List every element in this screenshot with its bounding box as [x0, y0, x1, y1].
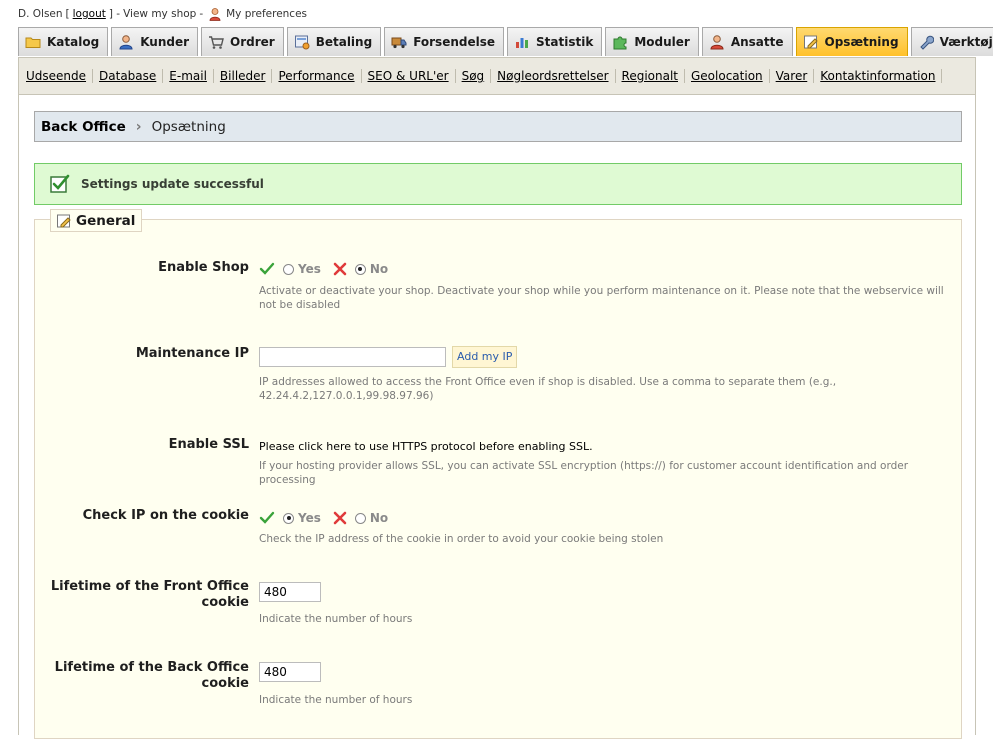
tab-label: Forsendelse	[413, 35, 496, 49]
subnav-email[interactable]: E-mail	[169, 69, 214, 83]
subnav-geolocation[interactable]: Geolocation	[691, 69, 770, 83]
view-shop-link[interactable]: View my shop	[123, 8, 196, 20]
legend-label: General	[76, 212, 136, 229]
breadcrumb-root[interactable]: Back Office	[41, 119, 126, 135]
enable-shop-no-radio[interactable]	[354, 263, 366, 275]
tab-label: Ordrer	[230, 35, 275, 49]
front-cookie-help: Indicate the number of hours	[259, 613, 413, 625]
preferences-icon	[803, 35, 818, 49]
puzzle-icon	[613, 36, 627, 50]
folder-icon	[25, 37, 41, 48]
enable-ssl-help: If your hosting provider allows SSL, you…	[259, 460, 909, 486]
subnav-billeder[interactable]: Billeder	[220, 69, 273, 83]
tab-label: Kunder	[140, 35, 190, 49]
breadcrumb-current: Opsætning	[151, 118, 226, 135]
subnav-soeg[interactable]: Søg	[462, 69, 492, 83]
radio-label: Yes	[298, 511, 321, 525]
customer-icon	[119, 35, 133, 50]
check-ip-cookie-radio-group: Yes No	[259, 511, 388, 525]
user-bar: D. Olsen [ logout ] - View my shop - My …	[18, 8, 308, 21]
tab-label: Opsætning	[824, 35, 899, 49]
enable-shop-help: Activate or deactivate your shop. Deacti…	[259, 285, 944, 311]
cross-icon	[333, 511, 347, 525]
enable-shop-radio-group: Yes No	[259, 262, 388, 276]
radio-label: Yes	[298, 262, 321, 276]
enable-https-link[interactable]: Please click here to use HTTPS protocol …	[259, 440, 593, 453]
radio-label: No	[369, 511, 389, 525]
check-icon	[259, 511, 275, 524]
radio-label: No	[369, 262, 389, 276]
chart-icon	[516, 38, 529, 48]
tab-vaerktoejer[interactable]: Værktøjer	[910, 27, 993, 56]
check-ip-cookie-label: Check IP on the cookie	[82, 508, 249, 523]
tab-moduler[interactable]: Moduler	[605, 27, 699, 56]
subnav-varer[interactable]: Varer	[776, 69, 815, 83]
check-ip-cookie-no-radio[interactable]	[354, 512, 366, 524]
back-cookie-help: Indicate the number of hours	[259, 694, 413, 706]
maintenance-ip-input[interactable]	[259, 347, 446, 367]
tab-ansatte[interactable]: Ansatte	[701, 27, 793, 56]
person-icon	[209, 8, 221, 21]
add-my-ip-button[interactable]: Add my IP	[452, 346, 518, 368]
employee-icon	[710, 35, 724, 50]
enable-shop-yes-radio[interactable]	[283, 263, 294, 275]
back-cookie-label: Lifetime of the Back Office cookie	[54, 660, 249, 691]
tab-katalog[interactable]: Katalog	[18, 27, 109, 56]
fieldset-legend: General	[50, 209, 143, 232]
tab-label: Moduler	[634, 35, 690, 49]
chevron-right-icon: ›	[135, 118, 142, 135]
truck-icon	[391, 37, 407, 49]
wrench-icon	[919, 35, 934, 50]
back-cookie-input[interactable]	[259, 662, 321, 682]
tab-label: Betaling	[315, 35, 373, 49]
subnav-seo-urls[interactable]: SEO & URL'er	[368, 69, 456, 83]
subnav-database[interactable]: Database	[99, 69, 164, 83]
tab-betaling[interactable]: Betaling	[286, 27, 382, 56]
enable-shop-label: Enable Shop	[158, 260, 249, 275]
check-ip-cookie-help: Check the IP address of the cookie in or…	[259, 533, 664, 545]
tab-label: Værktøjer	[939, 35, 993, 49]
maintenance-ip-label: Maintenance IP	[135, 346, 249, 361]
payment-icon	[294, 35, 310, 50]
my-preferences-link[interactable]: My preferences	[226, 8, 307, 20]
cross-icon	[333, 262, 347, 276]
tab-label: Statistik	[536, 35, 594, 49]
maintenance-ip-help: IP addresses allowed to access the Front…	[259, 376, 837, 402]
front-cookie-label: Lifetime of the Front Office cookie	[50, 579, 249, 610]
subnav-performance[interactable]: Performance	[278, 69, 362, 83]
subnav-kontaktinformation[interactable]: Kontaktinformation	[820, 69, 943, 83]
front-cookie-input[interactable]	[259, 582, 321, 602]
enable-ssl-label: Enable SSL	[168, 437, 249, 452]
user-name: D. Olsen	[18, 8, 63, 20]
tab-label: Katalog	[47, 35, 100, 49]
tab-kunder[interactable]: Kunder	[111, 27, 199, 56]
tab-statistik[interactable]: Statistik	[507, 27, 603, 56]
subnav-noegleordsrettelser[interactable]: Nøgleordsrettelser	[497, 69, 616, 83]
success-alert: Settings update successful	[34, 163, 962, 205]
tab-opsaetning[interactable]: Opsætning	[795, 27, 908, 56]
alert-message: Settings update successful	[81, 177, 264, 191]
subnav-regionalt[interactable]: Regionalt	[622, 69, 685, 83]
cart-icon	[209, 36, 224, 49]
preferences-icon	[57, 214, 71, 227]
sub-navigation: Udseende Database E-mail Billeder Perfor…	[18, 57, 976, 95]
tab-label: Ansatte	[730, 35, 784, 49]
check-icon	[259, 262, 275, 275]
logout-link[interactable]: logout	[73, 8, 106, 20]
check-ip-cookie-yes-radio[interactable]	[283, 512, 294, 524]
checkbox-checked-icon	[50, 174, 70, 193]
breadcrumb: Back Office › Opsætning	[34, 111, 962, 142]
subnav-udseende[interactable]: Udseende	[26, 69, 94, 83]
tab-forsendelse[interactable]: Forsendelse	[384, 27, 505, 56]
tab-ordrer[interactable]: Ordrer	[201, 27, 284, 56]
main-tabs: Katalog Kunder Ordrer Betaling Forsendel…	[18, 27, 993, 57]
